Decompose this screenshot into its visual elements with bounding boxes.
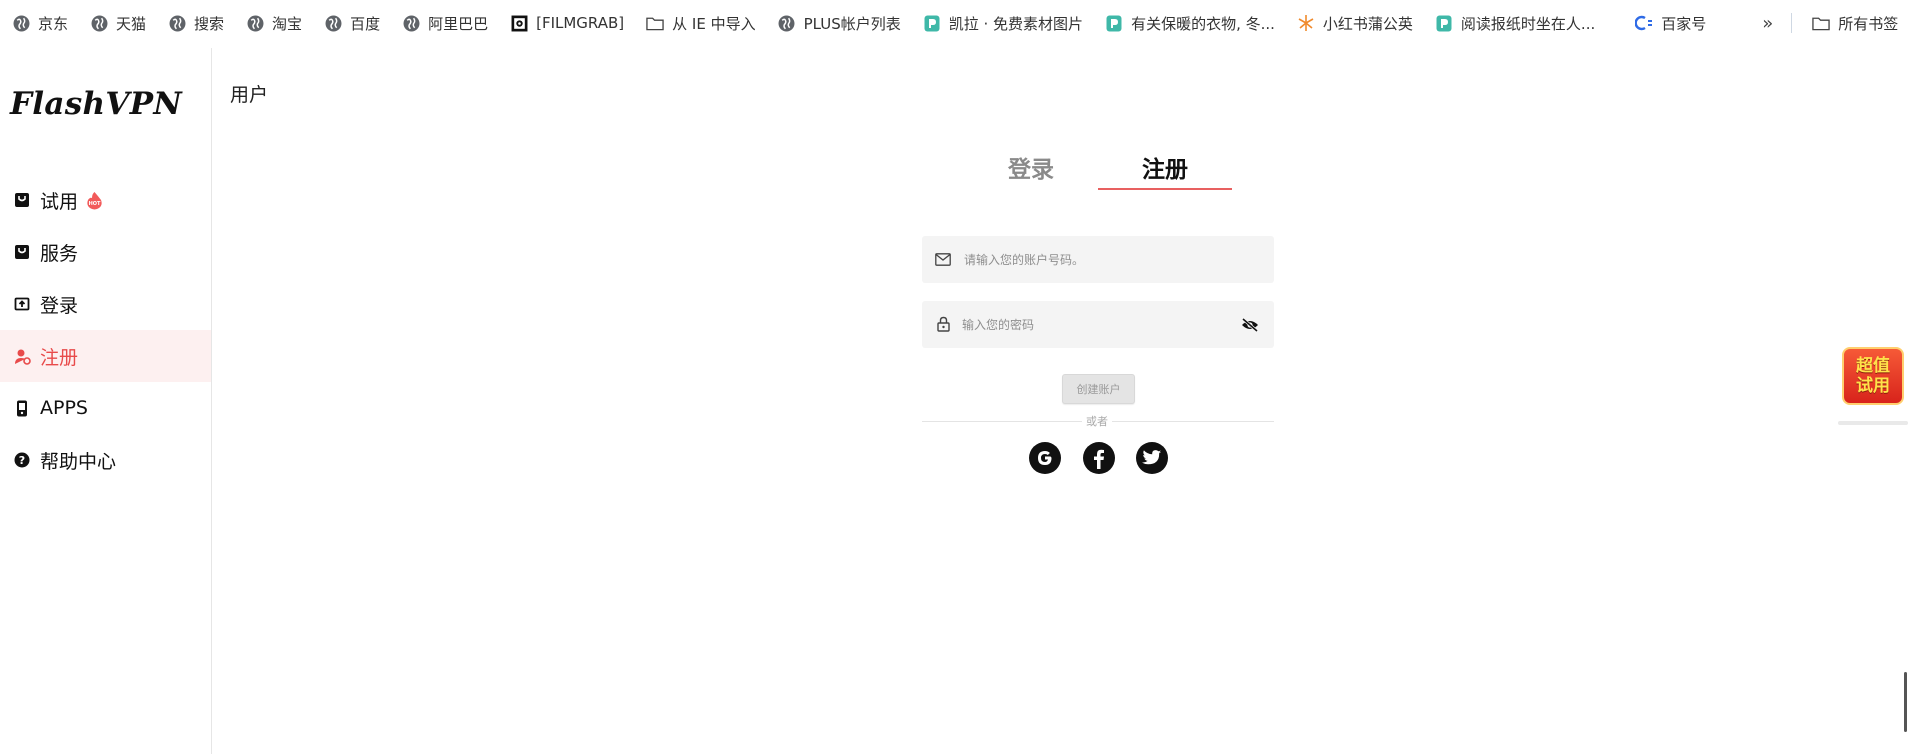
svg-text:HOT: HOT — [89, 201, 101, 207]
sidebar-item-label: APPS — [40, 397, 88, 419]
create-account-button[interactable]: 创建账户 — [1062, 374, 1135, 404]
bookmark-import-ie[interactable]: 从 IE 中导入 — [646, 9, 756, 37]
bookmarks-separator — [1791, 13, 1793, 33]
logo[interactable]: FlashVPN — [10, 86, 182, 122]
tab-register[interactable]: 注册 — [1142, 150, 1188, 184]
bookmark-jd[interactable]: 京东 — [12, 9, 68, 37]
globe-icon — [90, 14, 108, 32]
sidebar-item-label: 注册 — [40, 346, 79, 369]
bookmark-label: 淘宝 — [272, 14, 303, 33]
bookmark-label: 阅读报纸时坐在人... — [1460, 14, 1596, 33]
bookmark-label: [FILMGRAB] — [536, 14, 625, 32]
bookmark-label: 搜索 — [194, 14, 225, 33]
bookmark-plus-accounts[interactable]: PLUS帐户列表 — [778, 9, 901, 37]
doc-icon — [1435, 14, 1453, 32]
doc-icon — [923, 14, 941, 32]
bookmark-alibaba[interactable]: 阿里巴巴 — [402, 9, 488, 37]
sidebar-item-service[interactable]: 服务 — [0, 226, 211, 278]
bookmark-label: 京东 — [38, 14, 69, 33]
user-add-icon — [13, 347, 31, 365]
dandelion-icon — [1297, 14, 1315, 32]
bookmark-baijiahao[interactable]: 百家号 — [1635, 9, 1706, 37]
bookmark-tmall[interactable]: 天猫 — [90, 9, 146, 37]
bookmark-label: 小红书蒲公英 — [1322, 14, 1413, 33]
phone-icon — [13, 399, 31, 417]
google-login-icon[interactable] — [1029, 442, 1061, 474]
account-number-input[interactable] — [964, 236, 1234, 283]
bookmark-xiaohongshu[interactable]: 小红书蒲公英 — [1297, 9, 1413, 37]
more-bookmarks-chevron-icon[interactable]: » — [1762, 9, 1773, 37]
sidebar-item-label: 试用 — [40, 190, 79, 213]
bookmark-label: 凯拉 · 免费素材图片 — [948, 14, 1084, 33]
twitter-login-icon[interactable] — [1136, 442, 1168, 474]
globe-icon — [402, 14, 420, 32]
globe-icon — [12, 14, 30, 32]
bag-icon — [13, 243, 31, 261]
bookmark-search[interactable]: 搜索 — [168, 9, 224, 37]
eye-off-icon[interactable] — [1240, 315, 1260, 335]
baijiahao-icon — [1635, 14, 1653, 32]
sidebar-item-login[interactable]: 登录 — [0, 278, 211, 330]
facebook-login-icon[interactable] — [1083, 442, 1115, 474]
sidebar-item-register[interactable]: 注册 — [0, 330, 211, 382]
sidebar-item-trial[interactable]: 试用 HOT — [0, 174, 211, 226]
globe-icon — [246, 14, 264, 32]
bookmark-label: 百度 — [350, 14, 381, 33]
sidebar-nav: 试用 HOT 服务 登录 注册 APPS ? 帮助中心 — [0, 174, 211, 486]
bookmarks-bar: 京东 天猫 搜索 淘宝 百度 阿里巴巴 [FILMGRAB] 从 IE 中导入 … — [0, 0, 1909, 46]
globe-icon — [778, 14, 796, 32]
help-icon: ? — [13, 451, 31, 469]
bookmark-taobao[interactable]: 淘宝 — [246, 9, 302, 37]
folder-icon — [1812, 14, 1830, 32]
promo-shadow — [1838, 421, 1908, 425]
page-title: 用户 — [230, 84, 269, 106]
bookmark-label: 有关保暖的衣物, 冬... — [1131, 14, 1275, 33]
login-icon — [13, 295, 31, 313]
sidebar: FlashVPN 试用 HOT 服务 登录 注册 APPS ? 帮助中心 — [0, 48, 212, 754]
or-divider-text: 或者 — [1082, 413, 1112, 429]
bookmark-label: 阿里巴巴 — [428, 14, 489, 33]
password-field — [922, 301, 1274, 348]
sidebar-item-label: 服务 — [40, 242, 79, 265]
password-input[interactable] — [962, 301, 1232, 348]
bookmark-kaila[interactable]: 凯拉 · 免费素材图片 — [923, 9, 1083, 37]
bookmark-filmgrab[interactable]: [FILMGRAB] — [510, 9, 624, 37]
bookmark-baidu[interactable]: 百度 — [324, 9, 380, 37]
folder-icon — [646, 14, 664, 32]
bookmark-label: 从 IE 中导入 — [672, 14, 756, 33]
bookmark-label: 天猫 — [116, 14, 147, 33]
bookmark-label: PLUS帐户列表 — [803, 14, 901, 33]
bag-icon — [13, 191, 31, 209]
sidebar-item-help-center[interactable]: ? 帮助中心 — [0, 434, 211, 486]
sidebar-item-apps[interactable]: APPS — [0, 382, 211, 434]
promo-line-1: 超值 — [1856, 356, 1890, 376]
all-bookmarks-folder[interactable]: 所有书签 — [1812, 9, 1898, 37]
sidebar-item-label: 帮助中心 — [40, 450, 117, 473]
tab-login[interactable]: 登录 — [1008, 150, 1054, 184]
auth-tabs: 登录 注册 — [980, 150, 1240, 190]
globe-icon — [324, 14, 342, 32]
account-field — [922, 236, 1274, 283]
trial-promo-floating-badge[interactable]: 超值 试用 — [1836, 345, 1909, 427]
mail-icon — [934, 250, 952, 268]
bookmark-reading-newspaper[interactable]: 阅读报纸时坐在人... — [1435, 9, 1595, 37]
sidebar-item-label: 登录 — [40, 294, 79, 317]
doc-icon — [1105, 14, 1123, 32]
tab-active-indicator — [1098, 188, 1232, 190]
promo-line-2: 试用 — [1856, 376, 1890, 396]
hot-badge-icon: HOT — [86, 191, 103, 210]
lock-icon — [934, 315, 952, 333]
bookmark-label: 百家号 — [1661, 14, 1707, 33]
scrollbar-thumb[interactable] — [1904, 672, 1907, 732]
bookmark-warm-clothes[interactable]: 有关保暖的衣物, 冬... — [1105, 9, 1275, 37]
filmgrab-icon — [510, 14, 528, 32]
svg-text:?: ? — [19, 454, 25, 467]
globe-icon — [168, 14, 186, 32]
all-bookmarks-label: 所有书签 — [1838, 14, 1899, 33]
promo-badge-body: 超值 试用 — [1842, 347, 1904, 405]
